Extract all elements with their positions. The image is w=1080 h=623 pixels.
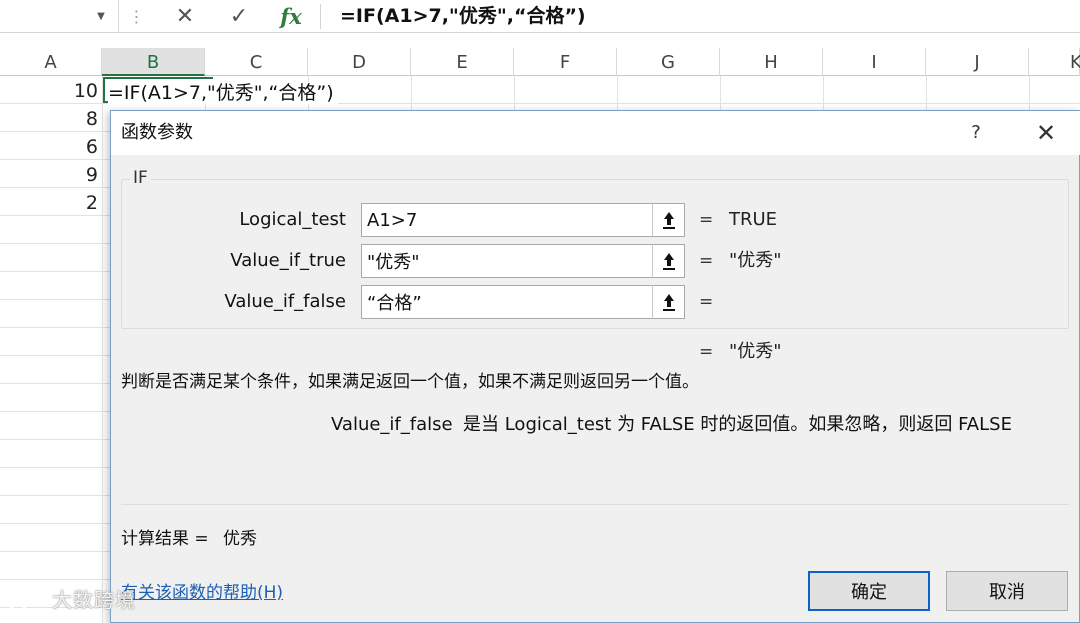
column-header-c[interactable]: C	[205, 48, 308, 76]
column-header-a[interactable]: A	[0, 48, 102, 76]
cell-b1-active[interactable]: =IF(A1>7,"优秀",“合格”)	[103, 77, 338, 104]
cancel-formula-button[interactable]: ✕	[160, 0, 210, 33]
insert-function-button[interactable]: fx	[266, 0, 316, 33]
collapse-arrow-icon	[662, 253, 675, 270]
close-icon: ✕	[175, 4, 195, 29]
dialog-separator	[121, 504, 1069, 505]
cell-a4[interactable]: 9	[0, 161, 100, 189]
column-header-k[interactable]: K	[1029, 48, 1080, 76]
arg-label-value-if-true: Value_if_true	[230, 250, 346, 271]
arg-input-value-if-true[interactable]	[361, 244, 685, 278]
cell-a5[interactable]: 2	[0, 189, 100, 217]
dialog-titlebar[interactable]: 函数参数 ? ✕	[111, 111, 1080, 155]
column-header-h[interactable]: H	[720, 48, 823, 76]
function-help-link[interactable]: 有关该函数的帮助(H)	[121, 579, 283, 607]
column-gridline	[102, 76, 103, 623]
arg-label-value-if-false: Value_if_false	[224, 291, 346, 312]
arg-equals-sign: =	[699, 210, 714, 230]
arg-equals-sign: =	[699, 251, 714, 271]
column-header-j[interactable]: J	[926, 48, 1029, 76]
column-header-b[interactable]: B	[102, 48, 205, 76]
current-argument-name: Value_if_false	[331, 414, 453, 435]
dialog-title: 函数参数	[121, 122, 193, 143]
function-arguments-dialog: 函数参数 ? ✕ IF Logical_test = TRUE Value_if…	[110, 110, 1080, 623]
cancel-button[interactable]: 取消	[946, 571, 1068, 611]
arg-result-logical-test: TRUE	[729, 209, 778, 230]
ok-button[interactable]: 确定	[808, 571, 930, 611]
cell-a3[interactable]: 6	[0, 133, 100, 161]
arg-equals-sign: =	[699, 292, 714, 312]
cell-b1-text: =IF(A1>7,"优秀",“合格”)	[108, 82, 338, 104]
column-header-i[interactable]: I	[823, 48, 926, 76]
collapse-arrow-icon	[662, 212, 675, 229]
column-header-g[interactable]: G	[617, 48, 720, 76]
collapse-arrow-icon	[662, 294, 675, 311]
formula-bar-divider	[320, 4, 321, 29]
collapse-dialog-button[interactable]	[652, 244, 685, 278]
dialog-close-button[interactable]: ✕	[1029, 111, 1063, 155]
formula-result-value: "优秀"	[729, 341, 782, 362]
current-argument-description: 是当 Logical_test 为 FALSE 时的返回值。如果忽略，则返回 F…	[463, 414, 1012, 435]
arg-input-logical-test[interactable]	[361, 203, 685, 237]
dialog-help-button[interactable]: ?	[961, 111, 991, 155]
fx-icon: fx	[280, 4, 302, 29]
formula-bar-grip-icon: ⋮	[118, 0, 154, 33]
formula-bar: ▼ ⋮ ✕ ✓ fx =IF(A1>7,"优秀",“合格”)	[0, 0, 1080, 33]
arg-label-logical-test: Logical_test	[239, 209, 346, 230]
watermark-logo-icon	[8, 593, 47, 612]
function-name-label: IF	[130, 168, 151, 188]
watermark: 大数跨境	[8, 584, 136, 615]
collapse-dialog-button[interactable]	[652, 285, 685, 319]
formula-input[interactable]: =IF(A1>7,"优秀",“合格”)	[340, 0, 586, 33]
collapse-dialog-button[interactable]	[652, 203, 685, 237]
column-header-f[interactable]: F	[514, 48, 617, 76]
watermark-text: 大数跨境	[52, 588, 136, 612]
enter-formula-button[interactable]: ✓	[214, 0, 264, 33]
column-header-e[interactable]: E	[411, 48, 514, 76]
formula-result-equals: =	[699, 342, 714, 362]
cell-a2[interactable]: 8	[0, 105, 100, 133]
column-header-d[interactable]: D	[308, 48, 411, 76]
calculation-result-value: 优秀	[223, 529, 257, 549]
namebox-dropdown-icon[interactable]: ▼	[90, 0, 112, 33]
check-icon: ✓	[229, 4, 249, 29]
function-description: 判断是否满足某个条件，如果满足返回一个值，如果不满足则返回另一个值。	[121, 372, 699, 392]
arg-input-value-if-false[interactable]	[361, 285, 685, 319]
arg-result-value-if-true: "优秀"	[729, 250, 782, 271]
column-headers: A B C D E F G H I J K	[0, 48, 1080, 76]
cell-a1[interactable]: 10	[0, 77, 100, 105]
calculation-result-label: 计算结果 =	[121, 529, 209, 549]
close-icon: ✕	[1035, 119, 1057, 147]
